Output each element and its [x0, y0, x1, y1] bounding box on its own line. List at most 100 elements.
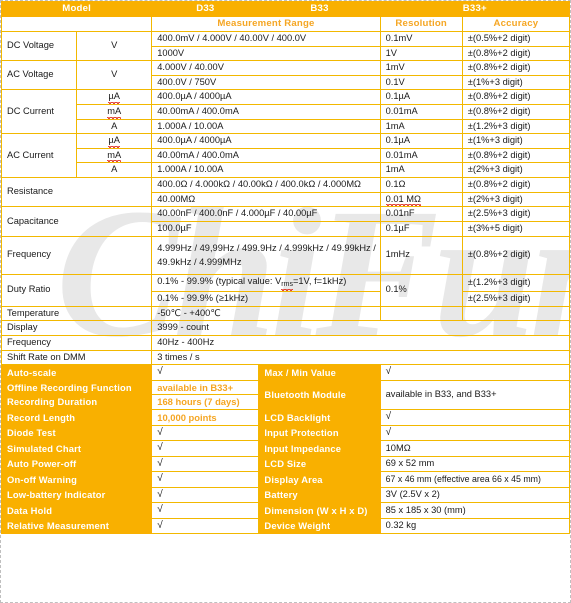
header-model: Model [1, 1, 153, 17]
spec-unit: mA [76, 104, 153, 120]
feature-label-lcd-size: LCD Size [258, 455, 381, 473]
feature-value-device-weight: 0.32 kg [379, 517, 570, 535]
feature-row-simulated-chart: Simulated Chart √ Input Impedance 10MΩ [1, 440, 570, 457]
table-row: Resistance 400.0Ω / 4.000kΩ / 40.00kΩ / … [1, 177, 570, 208]
spec-value: 40Hz - 400Hz [151, 334, 570, 351]
feature-label-auto-power-off: Auto Power-off [1, 455, 153, 473]
spec-accuracy: ±(1.2%+3 digit) [461, 273, 570, 293]
feature-label-data-hold: Data Hold [1, 502, 153, 519]
spec-resolution-text: 0.01 MΩ [385, 193, 422, 206]
spec-name: DC Voltage [1, 30, 78, 62]
table-row: DC Current µA 400.0µA / 4000µA 0.1µA ±(0… [1, 89, 570, 135]
feature-value-relative-measurement: √ [151, 517, 260, 535]
feature-label-bluetooth: Bluetooth Module [258, 379, 381, 411]
spec-range: 400.0mV / 4.000V / 40.00V / 400.0V [151, 30, 381, 47]
spec-resolution: 1mA [379, 162, 463, 179]
spec-range: 1000V [151, 45, 381, 62]
table-header-row-metrics: Measurement Range Resolution Accuracy [1, 15, 570, 32]
spec-accuracy-empty [461, 305, 570, 322]
spec-unit-text: mA [107, 106, 122, 119]
spec-value: 3999 - count [151, 320, 570, 336]
header-measurement-range: Measurement Range [151, 15, 381, 32]
spec-resolution: 0.1% [379, 273, 463, 307]
spec-accuracy: ±(2%+3 digit) [461, 191, 570, 208]
spec-name: AC Voltage [1, 60, 78, 91]
table-row: AC Current µA 400.0µA / 4000µA 0.1µA ±(1… [1, 133, 570, 179]
spec-name: Shift Rate on DMM [1, 349, 153, 366]
table-row: Display 3999 - count [1, 320, 570, 336]
feature-value-data-hold: √ [151, 502, 260, 519]
feature-label-low-battery: Low-battery Indicator [1, 486, 153, 504]
spec-range: 400.0V / 750V [151, 74, 381, 91]
spec-unit: V [76, 60, 153, 91]
spec-name: AC Current [1, 133, 78, 179]
header-resolution: Resolution [379, 15, 463, 32]
feature-label-diode-test: Diode Test [1, 424, 153, 442]
feature-value-lcd-backlight: √ [379, 409, 570, 426]
feature-label-recording-duration: Recording Duration [1, 394, 153, 411]
spec-unit: V [76, 30, 153, 62]
feature-row-on-off-warning: On-off Warning √ Display Area 67 x 46 mm… [1, 471, 570, 488]
feature-value-dimension: 85 x 185 x 30 (mm) [379, 502, 570, 519]
spec-range: 100.0µF [151, 220, 381, 237]
spec-resolution: 0.1µA [379, 133, 463, 149]
duty-range-1-post: =1V, f=1kHz) [292, 275, 347, 286]
feature-value-low-battery: √ [151, 486, 260, 504]
feature-row-data-hold: Data Hold √ Dimension (W x H x D) 85 x 1… [1, 502, 570, 519]
spec-unit: A [76, 162, 153, 179]
table-row: A 1.000A / 10.00A 1mA ±(1.2%+3 digit) [2, 118, 570, 135]
spec-range: 400.0µA / 4000µA [151, 89, 381, 106]
spec-accuracy: ±(0.8%+2 digit) [461, 45, 570, 62]
spec-accuracy: ±(1%+3 digit) [461, 133, 570, 149]
spec-value: -50℃ - +400℃ [151, 305, 381, 322]
spec-range: 0.1% - 99.9% (≥1kHz) [151, 291, 381, 307]
header-blank [1, 15, 153, 32]
spec-name: Resistance [1, 177, 153, 208]
table-row: Duty Ratio 0.1% - 99.9% (typical value: … [1, 273, 570, 307]
spec-name: Display [1, 320, 153, 336]
feature-label-display-area: Display Area [258, 471, 381, 488]
spec-range: 400.0Ω / 4.000kΩ / 40.00kΩ / 400.0kΩ / 4… [151, 177, 381, 193]
feature-label-simulated-chart: Simulated Chart [1, 440, 153, 457]
spec-name: Capacitance [1, 206, 153, 237]
spec-resolution: 1mHz [379, 235, 463, 275]
table-row: mA 40.00mA / 400.0mA 0.01mA ±(0.8%+2 dig… [2, 147, 570, 164]
specification-table: Model D33 B33 B33+ Measurement Range Res… [1, 1, 570, 535]
spec-range: 0.1% - 99.9% (typical value: Vrms=1V, f=… [151, 273, 381, 293]
spec-resolution: 1mV [379, 60, 463, 76]
feature-label-input-impedance: Input Impedance [258, 440, 381, 457]
spec-accuracy: ±(0.8%+2 digit) [461, 104, 570, 120]
header-d33: D33 [151, 1, 260, 17]
feature-label-record-length: Record Length [1, 409, 153, 426]
feature-label-input-protection: Input Protection [258, 424, 381, 442]
header-b33: B33 [258, 1, 381, 17]
spec-range-line2: 49.9kHz / 4.999MHz [157, 257, 242, 267]
feature-label-relative-measurement: Relative Measurement [1, 517, 153, 535]
spec-resolution: 0.1V [379, 74, 463, 91]
spec-resolution: 0.01mA [379, 104, 463, 120]
spec-resolution: 0.01 MΩ [379, 191, 463, 208]
spec-unit-text: mA [107, 149, 122, 162]
spec-accuracy: ±(2.5%+3 digit) [461, 206, 570, 222]
feature-value-lcd-size: 69 x 52 mm [379, 455, 570, 473]
spec-name: DC Current [1, 89, 78, 135]
spec-resolution: 0.1µF [379, 220, 463, 237]
spec-accuracy: ±(0.8%+2 digit) [461, 177, 570, 193]
spec-range-line1: 4.999Hz / 49,99Hz / 499.9Hz / 4.999kHz /… [157, 242, 376, 253]
spec-name: Duty Ratio [1, 273, 153, 307]
spec-range: 40.00mA / 400.0mA [151, 104, 381, 120]
spec-accuracy: ±(0.8%+2 digit) [461, 235, 570, 275]
spec-resolution: 1mA [379, 118, 463, 135]
table-row: Temperature -50℃ - +400℃ [1, 305, 570, 322]
feature-row-auto-scale: Auto-scale √ Max / Min Value √ [1, 364, 570, 381]
spec-range: 1.000A / 10.00A [151, 118, 381, 135]
spec-accuracy: ±(2.5%+3 digit) [461, 291, 570, 307]
spec-name: Temperature [1, 305, 153, 322]
table-row: Shift Rate on DMM 3 times / s [1, 349, 570, 366]
spec-unit: A [76, 118, 153, 135]
feature-label-lcd-backlight: LCD Backlight [258, 409, 381, 426]
spec-unit: mA [76, 147, 153, 164]
spec-accuracy: ±(0.8%+2 digit) [461, 147, 570, 164]
feature-value-auto-power-off: √ [151, 455, 260, 473]
spec-resolution: 1V [379, 45, 463, 62]
